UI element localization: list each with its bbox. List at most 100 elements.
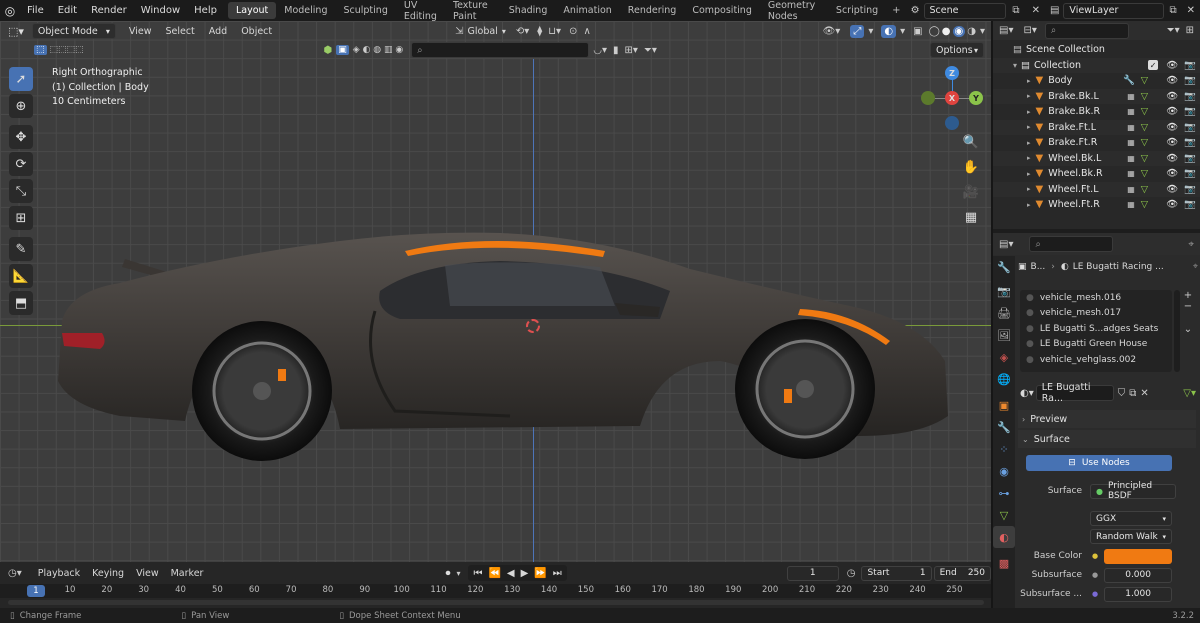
outliner-filter-icon[interactable]: ⏷▾ [1167,25,1180,36]
subsurface-method-dropdown[interactable]: Random Walk ▾ [1090,529,1172,544]
outliner-item[interactable]: ▸ ▼ Brake.Ft.L ▦ ▽ 👁 📷 [993,119,1200,135]
tab-shading[interactable]: Shading [501,2,556,19]
outliner-item[interactable]: ▸ ▼ Body 🔧 ▽ 👁 📷 [993,73,1200,89]
transform-orientation[interactable]: Global [468,26,498,37]
expand-arrow-icon[interactable]: ▸ [1027,201,1031,209]
outliner-item[interactable]: ▸ ▼ Brake.Bk.R ▦ ▽ 👁 📷 [993,104,1200,120]
link-data-icon[interactable]: ▽▾ [1183,388,1196,399]
viewport-menu-view[interactable]: View [122,26,159,37]
display-mode-icon[interactable]: ⊟▾ [1023,25,1036,36]
properties-type-icon[interactable]: ▤▾ [999,239,1013,250]
hide-icon[interactable]: 👁 [1166,122,1178,133]
render-icon[interactable]: 📷 [1184,199,1196,210]
tab-animation[interactable]: Animation [555,2,619,19]
shading-rendered-icon[interactable]: ◑ [967,26,976,37]
render-icon[interactable]: 📷 [1184,91,1196,102]
material-slot-list[interactable]: ● vehicle_mesh.016 ● vehicle_mesh.017 ● LE Bu… [1020,290,1172,372]
new-collection-icon[interactable]: ⊞ [1186,25,1194,36]
render-icon[interactable]: 📷 [1184,137,1196,148]
overlays-icon[interactable]: ◐ [881,24,897,38]
gizmo-y-icon[interactable]: Y [969,91,983,105]
material-slot[interactable]: ● vehicle_vehglass.002 [1020,352,1172,368]
delete-view-layer-icon[interactable]: ✕ [1182,5,1200,16]
hide-icon[interactable]: 👁 [1166,184,1178,195]
options-button[interactable]: Options ▾ [930,42,984,58]
render-icon[interactable]: 📷 [1184,184,1196,195]
socket-icon[interactable]: ● [1092,571,1098,579]
material-slot[interactable]: ● LE Bugatti S...adges Seats [1020,321,1172,337]
modifier-tab-icon[interactable]: 🔧 [993,416,1015,438]
filter-icons[interactable]: ◈ ◐ ◍ ▥ ◉ [353,45,403,55]
overlays-menu-icon[interactable]: ▾ [900,26,905,37]
start-frame-field[interactable]: Start 1 [861,565,932,581]
socket-icon[interactable]: ● [1092,590,1098,598]
add-workspace-icon[interactable]: + [886,5,906,16]
slot-specials-icon[interactable]: ⌄ [1180,324,1196,335]
copy-view-layer-icon[interactable]: ⧉ [1164,5,1181,16]
hide-icon[interactable]: 👁 [1166,137,1178,148]
output-tab-icon[interactable]: 🖨 [993,302,1015,324]
menu-window[interactable]: Window [134,5,187,16]
car-model[interactable] [40,211,960,471]
filter-solid-icon[interactable]: ▣ [336,45,349,55]
object-filter-icon[interactable]: ⬢ [324,45,333,56]
mesh-data-icon[interactable]: ▽ [1141,137,1148,148]
pin-icon[interactable]: ⌖ [1193,262,1198,272]
material-browse-icon[interactable]: ◐▾ [1020,388,1034,399]
modifier-icon[interactable]: 🔧 [1123,75,1135,86]
annotate-tool-icon[interactable]: ✎ [9,237,33,261]
blender-logo-icon[interactable]: ◎ [0,4,20,18]
expand-arrow-icon[interactable]: ▸ [1027,170,1031,178]
world-tab-icon[interactable]: 🌐 [993,368,1015,390]
subsurface-field[interactable]: 0.000 [1104,567,1173,583]
tab-scripting[interactable]: Scripting [828,2,886,19]
bookmark-icon[interactable]: ▮ [613,45,619,56]
falloff-icon[interactable]: ∧ [583,26,590,37]
gizmo-toggle-icon[interactable]: ⤢ [850,24,865,38]
view-layer-tab-icon[interactable]: 🖼 [993,324,1015,346]
collection-checkbox-icon[interactable]: ✓ [1148,60,1159,71]
collection-row[interactable]: ▾ ▤ Collection ✓ 👁 📷 [993,57,1200,73]
tab-layout[interactable]: Layout [227,2,277,19]
constraint-icon[interactable]: ▦ [1127,200,1135,209]
expand-arrow-icon[interactable]: ▸ [1027,92,1031,100]
mode-selector[interactable]: Object Mode ▾ [31,23,116,39]
timeline-scrollbar[interactable] [8,600,984,605]
duplicate-material-icon[interactable]: ⧉ [1129,388,1136,399]
hide-icon[interactable]: 👁 [1166,168,1178,179]
tab-sculpting[interactable]: Sculpting [335,2,395,19]
mesh-data-icon[interactable]: ▽ [1141,168,1148,179]
add-slot-icon[interactable]: + [1180,290,1196,301]
snap-target-icon[interactable]: ⊔▾ [548,26,561,37]
menu-render[interactable]: Render [84,5,134,16]
timeline-menu-playback[interactable]: Playback [32,568,86,579]
scene-icon[interactable]: ⚙ [907,5,924,16]
ortho-grid-icon[interactable]: ▦ [960,206,982,228]
tool-tab-icon[interactable]: 🔧 [993,256,1015,278]
filter-funnel-icon[interactable]: ⏷▾ [644,45,657,56]
play-reverse-icon[interactable]: ◀ [504,568,518,579]
constraint-icon[interactable]: ▦ [1127,92,1135,101]
gizmo-neg-z-icon[interactable] [945,116,959,130]
pin-icon[interactable]: ⌖ [1188,239,1194,250]
render-tab-icon[interactable]: 📷 [993,280,1015,302]
material-name-field[interactable]: LE Bugatti Ra... [1035,382,1114,404]
timeline-type-icon[interactable]: ◷▾ [8,568,22,579]
surface-panel-header[interactable]: ⌄ Surface [1018,430,1196,448]
shading-menu-icon[interactable]: ▾ [980,26,985,37]
3d-viewport[interactable]: ⬚▾ Object Mode ▾ View Select Add Object ⇲ Gl… [0,21,991,562]
fake-user-icon[interactable]: ⛉ [1118,388,1126,399]
visibility-icon[interactable]: 👁▾ [823,26,841,37]
outliner-item[interactable]: ▸ ▼ Wheel.Ft.R ▦ ▽ 👁 📷 [993,197,1200,213]
snap-icon[interactable]: ⧫ [537,26,542,37]
hide-icon[interactable]: 👁 [1166,75,1178,86]
editor-type-icon[interactable]: ⬚▾ [8,25,24,38]
render-icon[interactable]: 📷 [1184,106,1196,117]
outliner-item[interactable]: ▸ ▼ Wheel.Bk.R ▦ ▽ 👁 📷 [993,166,1200,182]
expand-arrow-icon[interactable]: ▸ [1027,139,1031,147]
cursor-tool-icon[interactable]: ⊕ [9,94,33,118]
gizmo-menu-icon[interactable]: ▾ [868,26,873,37]
gizmo-neg-y-icon[interactable] [921,91,935,105]
pan-hand-icon[interactable]: ✋ [960,156,982,178]
viewport-menu-add[interactable]: Add [202,26,234,37]
